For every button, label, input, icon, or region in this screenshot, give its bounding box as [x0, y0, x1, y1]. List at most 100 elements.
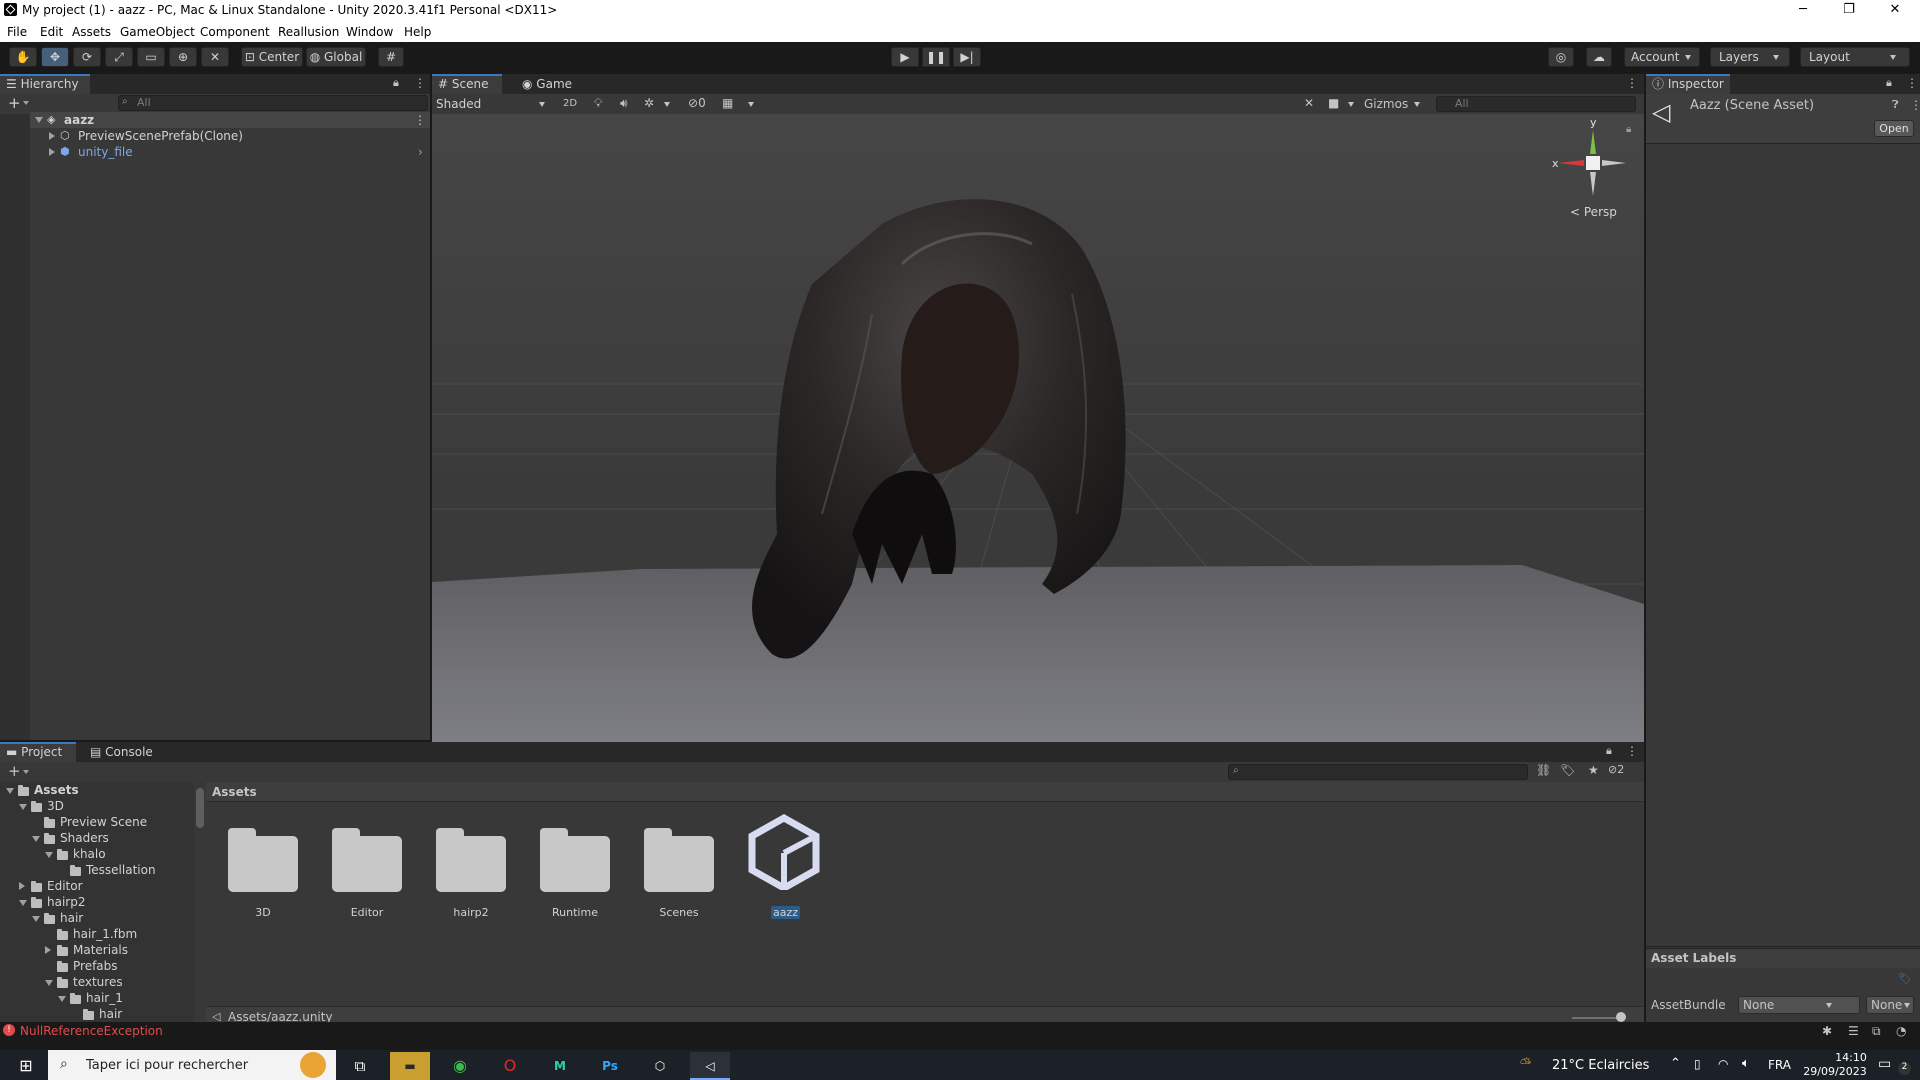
- folder-tree-item[interactable]: textures: [0, 974, 194, 990]
- filter-by-type-icon[interactable]: ⛓: [1536, 763, 1551, 777]
- camera-icon[interactable]: ■: [1328, 96, 1339, 110]
- menu-component[interactable]: Component: [200, 25, 270, 39]
- chrome-icon[interactable]: ◉: [440, 1052, 480, 1080]
- more-options-icon[interactable]: ⋮: [1910, 98, 1920, 112]
- lock-icon[interactable]: 🔒︎: [1606, 744, 1612, 758]
- assetbundle-dropdown[interactable]: None: [1738, 996, 1860, 1014]
- folder-tree-item[interactable]: Editor: [0, 878, 194, 894]
- cloud-button[interactable]: ☁: [1586, 47, 1612, 67]
- device-icon[interactable]: ▯: [1694, 1057, 1701, 1071]
- scene-viewport[interactable]: y x 🔒︎ < Persp: [432, 114, 1644, 742]
- tab-scene[interactable]: # Scene: [432, 74, 502, 94]
- menu-edit[interactable]: Edit: [40, 25, 63, 39]
- wifi-icon[interactable]: ◠: [1718, 1057, 1728, 1071]
- folder-tree-item[interactable]: hair: [0, 910, 194, 926]
- folder-tree-item[interactable]: hairp2: [0, 894, 194, 910]
- scale-tool-button[interactable]: ⤢: [105, 47, 133, 67]
- create-plus-icon[interactable]: +: [8, 762, 21, 780]
- expand-arrow-icon[interactable]: [49, 132, 55, 140]
- language-indicator[interactable]: FRA: [1768, 1058, 1791, 1072]
- pivot-center-button[interactable]: ⊡ Center: [241, 47, 303, 67]
- unity-editor-icon[interactable]: ◁: [690, 1052, 730, 1080]
- file-explorer-icon[interactable]: ▬: [390, 1052, 430, 1080]
- expand-arrow-icon[interactable]: [35, 117, 43, 123]
- lighting-icon[interactable]: 💡︎: [594, 96, 602, 111]
- folder-tree-item[interactable]: Shaders: [0, 830, 194, 846]
- breadcrumb-assets[interactable]: Assets: [212, 785, 257, 799]
- hierarchy-search-input[interactable]: All: [118, 95, 428, 111]
- asset-folder[interactable]: 3D: [218, 812, 308, 922]
- restore-button[interactable]: ❐: [1826, 0, 1872, 22]
- grid-icon[interactable]: ▦: [722, 96, 733, 110]
- shading-mode-dropdown[interactable]: Shaded: [436, 95, 556, 113]
- asset-folder[interactable]: Editor: [322, 812, 412, 922]
- tab-inspector[interactable]: ⓘ Inspector: [1646, 74, 1730, 94]
- weather-text[interactable]: 21°C Eclaircies: [1552, 1058, 1649, 1073]
- chevron-down-icon[interactable]: [45, 980, 53, 986]
- opera-icon[interactable]: O: [490, 1052, 530, 1080]
- lock-icon[interactable]: 🔒︎: [1886, 76, 1892, 90]
- tree-scrollbar[interactable]: [196, 788, 204, 828]
- scene-search-input[interactable]: All: [1436, 96, 1636, 112]
- asset-folder[interactable]: Runtime: [530, 812, 620, 922]
- transform-tool-button[interactable]: ⊕: [169, 47, 197, 67]
- projection-toggle[interactable]: < Persp: [1570, 205, 1617, 219]
- zoom-slider-handle[interactable]: [1616, 1012, 1626, 1022]
- asset-folder[interactable]: hairp2: [426, 812, 516, 922]
- tab-console[interactable]: ▤ Console: [84, 742, 164, 762]
- move-tool-button[interactable]: ✥: [41, 47, 69, 67]
- filter-by-label-icon[interactable]: 🏷︎: [1560, 763, 1575, 777]
- windows-start-icon[interactable]: ⊞: [6, 1052, 46, 1080]
- chevron-down-icon[interactable]: [664, 102, 670, 107]
- clock-time[interactable]: 14:10: [1816, 1051, 1886, 1064]
- snap-button[interactable]: #: [378, 47, 404, 67]
- cache-icon[interactable]: ☰: [1848, 1024, 1859, 1038]
- chevron-down-icon[interactable]: [748, 102, 754, 107]
- project-search-input[interactable]: [1228, 764, 1528, 780]
- asset-scene[interactable]: aazz: [738, 812, 828, 922]
- folder-tree-item[interactable]: Assets: [0, 782, 194, 798]
- chevron-down-icon[interactable]: [19, 804, 27, 810]
- close-button[interactable]: ✕: [1872, 0, 1918, 22]
- rect-tool-button[interactable]: ▭: [137, 47, 165, 67]
- layout-dropdown[interactable]: Layout: [1800, 47, 1910, 67]
- chevron-down-icon[interactable]: [45, 852, 53, 858]
- folder-tree-item[interactable]: hair: [0, 1006, 194, 1022]
- open-button[interactable]: Open: [1874, 120, 1914, 137]
- more-options-icon[interactable]: ⋮: [1626, 76, 1638, 90]
- more-options-icon[interactable]: ⋮: [414, 76, 426, 90]
- menu-window[interactable]: Window: [346, 25, 393, 39]
- folder-tree-item[interactable]: 3D: [0, 798, 194, 814]
- more-options-icon[interactable]: ⋮: [1906, 76, 1918, 90]
- maya-icon[interactable]: M: [540, 1052, 580, 1080]
- tab-game[interactable]: ◉ Game: [516, 74, 586, 94]
- play-button[interactable]: ▶: [891, 47, 919, 67]
- hidden-packages-icon[interactable]: ⊘2: [1608, 763, 1624, 776]
- layers-dropdown[interactable]: Layers: [1710, 47, 1790, 67]
- collab-button[interactable]: ◎: [1548, 47, 1574, 67]
- gizmo-center[interactable]: [1586, 156, 1600, 170]
- menu-reallusion[interactable]: Reallusion: [278, 25, 339, 39]
- effects-icon[interactable]: ✲: [644, 96, 654, 110]
- asset-folder[interactable]: Scenes: [634, 812, 724, 922]
- clock-date[interactable]: 29/09/2023: [1800, 1065, 1870, 1078]
- tools-icon[interactable]: ✕: [1304, 96, 1314, 110]
- hierarchy-item[interactable]: ⬢ unity_file ›: [30, 144, 430, 160]
- audio-icon[interactable]: 🔊︎: [620, 96, 628, 111]
- favorite-star-icon[interactable]: ★: [1588, 763, 1599, 777]
- folder-tree-item[interactable]: hair_1.fbm: [0, 926, 194, 942]
- chevron-down-icon[interactable]: [6, 788, 14, 794]
- gizmo-lock-icon[interactable]: 🔒︎: [1626, 124, 1631, 135]
- hand-tool-button[interactable]: ✋: [9, 47, 37, 67]
- chevron-down-icon[interactable]: [32, 916, 40, 922]
- gizmos-dropdown[interactable]: Gizmos: [1364, 95, 1422, 113]
- chevron-down-icon[interactable]: [23, 101, 29, 105]
- folder-tree-item[interactable]: khalo: [0, 846, 194, 862]
- custom-tool-button[interactable]: ✕: [201, 47, 229, 67]
- network-icon[interactable]: ⧉: [1872, 1024, 1881, 1039]
- chevron-down-icon[interactable]: [19, 900, 27, 906]
- pause-button[interactable]: ❚❚: [922, 47, 950, 67]
- more-options-icon[interactable]: ⋮: [414, 112, 426, 128]
- help-icon[interactable]: ❓︎: [1892, 98, 1899, 112]
- expand-arrow-icon[interactable]: [49, 148, 55, 156]
